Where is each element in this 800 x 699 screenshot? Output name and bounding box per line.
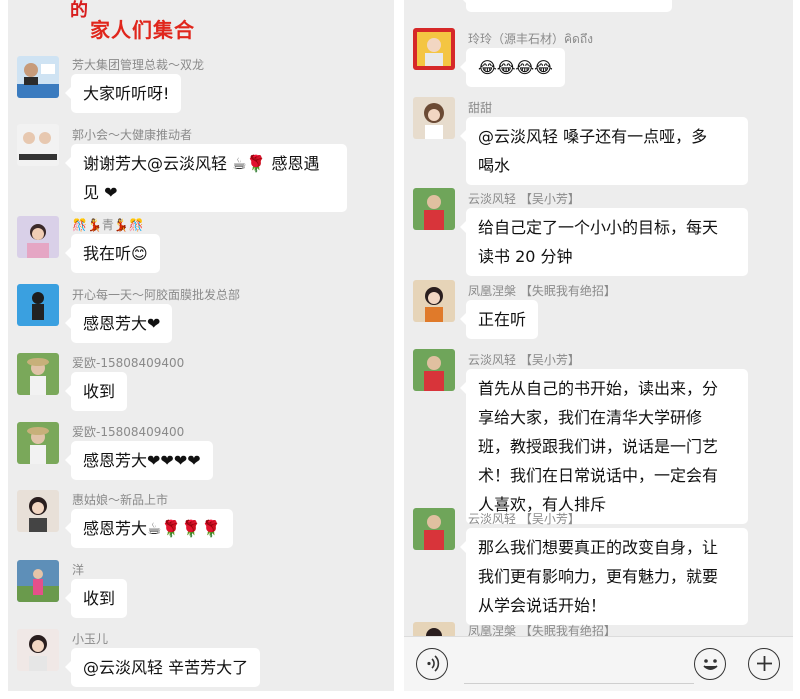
sender-name: 洋 bbox=[72, 563, 85, 577]
sender-name: 爱欧-15808409400 bbox=[72, 356, 185, 370]
message-text-line: 班，教授跟我们讲，说话是一门艺 bbox=[478, 437, 719, 456]
input-toolbar bbox=[404, 636, 793, 691]
message-text-line: 喝水 bbox=[478, 156, 511, 175]
avatar[interactable] bbox=[413, 280, 455, 322]
avatar[interactable] bbox=[17, 284, 59, 326]
message-bubble[interactable]: 首先从自己的书开始，读出来，分 享给大家，我们在清华大学研修 班，教授跟我们讲，… bbox=[460, 369, 748, 524]
sender-name: 芳大集团管理总裁～双龙 bbox=[72, 58, 205, 72]
avatar[interactable] bbox=[413, 188, 455, 230]
banner-text: 家人们集合 bbox=[90, 18, 195, 42]
chat-panel-left: 的 家人们集合 芳大集团管理总裁～双龙 大家听听呀! 郭小会～大健康推动者 谢谢… bbox=[8, 0, 394, 691]
avatar[interactable] bbox=[413, 97, 455, 139]
sender-name: 爱欧-15808409400 bbox=[72, 425, 185, 439]
message-bubble-partial[interactable] bbox=[460, 0, 672, 12]
message-bubble[interactable]: 感恩芳大☕🌹🌹🌹 bbox=[64, 509, 234, 548]
sender-name: 云淡风轻 【吴小芳】 bbox=[468, 512, 580, 526]
plus-icon[interactable] bbox=[748, 648, 780, 680]
avatar[interactable] bbox=[17, 422, 59, 464]
message-bubble[interactable]: 收到 bbox=[64, 372, 128, 411]
avatar[interactable] bbox=[413, 28, 455, 70]
message-bubble[interactable]: 正在听 bbox=[459, 300, 539, 339]
sender-name: 郭小会～大健康推动者 bbox=[72, 128, 193, 142]
chat-panel-right: 玲玲（源丰石材）คิดถึง 😂😂😂😂 甜甜 @云淡风轻 嗓子还有一点哑，多 喝… bbox=[404, 0, 793, 691]
message-text-line: 术！我们在日常说话中，一定会有 bbox=[478, 466, 719, 485]
message-text-line: 首先从自己的书开始，读出来，分 bbox=[478, 379, 719, 398]
voice-icon[interactable] bbox=[416, 648, 448, 680]
avatar[interactable] bbox=[17, 353, 59, 395]
sender-name: 云淡风轻 【吴小芳】 bbox=[468, 192, 580, 206]
svg-text:的: 的 bbox=[70, 0, 88, 21]
avatar[interactable] bbox=[17, 56, 59, 98]
message-bubble[interactable]: 谢谢芳大@云淡风轻 ☕🌹 感恩遇 见 ❤ bbox=[65, 144, 347, 212]
message-text-line: 享给大家，我们在清华大学研修 bbox=[478, 408, 703, 427]
message-text-line: @云淡风轻 嗓子还有一点哑，多 bbox=[478, 127, 708, 146]
avatar[interactable] bbox=[17, 490, 59, 532]
message-text-line: 从学会说话开始！ bbox=[478, 596, 607, 615]
message-text-line: 读书 20 分钟 bbox=[478, 247, 573, 266]
message-bubble[interactable]: 😂😂😂😂 bbox=[460, 48, 565, 87]
message-bubble[interactable]: 收到 bbox=[64, 579, 128, 618]
emoji-icon[interactable] bbox=[694, 648, 726, 680]
avatar[interactable] bbox=[17, 124, 59, 166]
sender-name: 小玉儿 bbox=[72, 632, 109, 646]
message-text-line: 我们更有影响力，更有魅力，就要 bbox=[478, 567, 719, 586]
message-text-line: 给自己定了一个小小的目标，每天 bbox=[478, 218, 719, 237]
sender-name: 凤凰涅槃 【失眠我有绝招】 bbox=[468, 284, 616, 298]
avatar[interactable] bbox=[17, 560, 59, 602]
message-bubble[interactable]: 那么我们想要真正的改变自身，让 我们更有影响力，更有魅力，就要 从学会说话开始！ bbox=[460, 528, 748, 625]
sender-name: 开心每一天～阿胶面膜批发总部 bbox=[72, 288, 241, 302]
avatar[interactable] bbox=[413, 508, 455, 550]
sender-name: 惠姑娘～新品上市 bbox=[72, 493, 169, 507]
avatar[interactable] bbox=[17, 216, 59, 258]
message-bubble[interactable]: 感恩芳大❤❤❤❤ bbox=[65, 441, 213, 480]
avatar[interactable] bbox=[17, 629, 59, 671]
message-bubble[interactable]: 我在听😊 bbox=[65, 234, 160, 273]
sender-name: 甜甜 bbox=[468, 101, 493, 115]
message-bubble[interactable]: 大家听听呀! bbox=[64, 74, 182, 113]
sender-name: 云淡风轻 【吴小芳】 bbox=[468, 353, 580, 367]
message-bubble[interactable]: 感恩芳大❤ bbox=[64, 304, 173, 343]
avatar[interactable] bbox=[413, 349, 455, 391]
message-text-line: 那么我们想要真正的改变自身，让 bbox=[478, 538, 719, 557]
message-text-line: 见 ❤ bbox=[83, 183, 118, 202]
message-bubble[interactable]: @云淡风轻 嗓子还有一点哑，多 喝水 bbox=[460, 117, 748, 185]
message-bubble[interactable]: @云淡风轻 辛苦芳大了 bbox=[64, 648, 261, 687]
sender-name: 🎊💃青💃🎊 bbox=[72, 218, 144, 232]
message-bubble[interactable]: 给自己定了一个小小的目标，每天 读书 20 分钟 bbox=[460, 208, 748, 276]
message-input[interactable] bbox=[464, 683, 694, 684]
message-text-line: 谢谢芳大@云淡风轻 ☕🌹 感恩遇 bbox=[83, 154, 320, 173]
sender-name: 玲玲（源丰石材）คิดถึง bbox=[468, 32, 593, 46]
